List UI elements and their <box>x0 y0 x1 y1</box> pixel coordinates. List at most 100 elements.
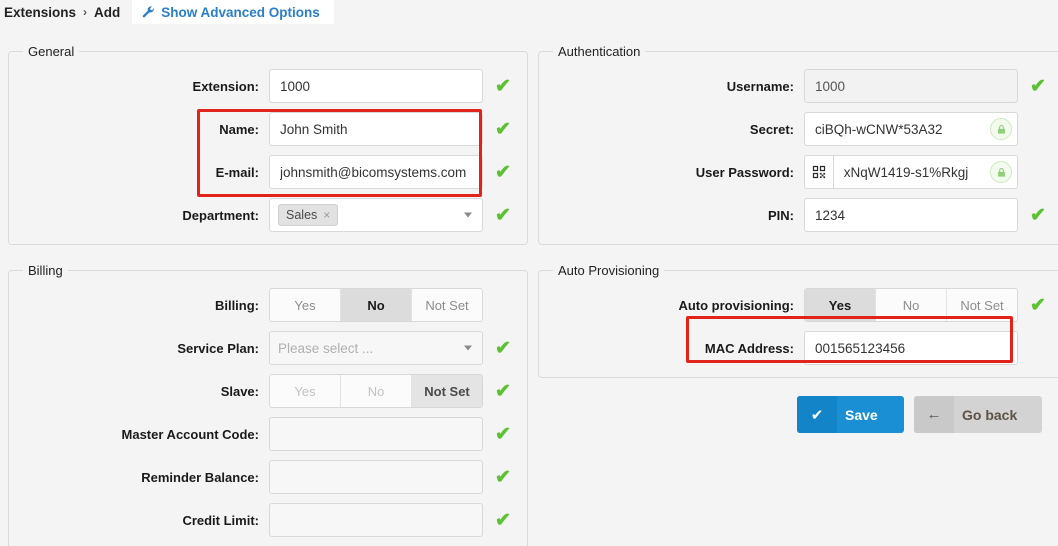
master-account-code-label: Master Account Code: <box>121 426 259 442</box>
name-input[interactable] <box>269 112 483 146</box>
user-password-row: User Password: xNqW1419-s1%Rkgj <box>549 155 1052 189</box>
extension-label: Extension: <box>192 78 259 94</box>
top-bar: Extensions › Add Show Advanced Options <box>0 0 1058 24</box>
name-label: Name: <box>219 121 259 137</box>
extension-input[interactable] <box>269 69 483 103</box>
breadcrumb-root[interactable]: Extensions <box>4 5 76 20</box>
secret-label: Secret: <box>749 121 794 137</box>
pin-valid-icon: ✔ <box>1030 204 1046 226</box>
lock-icon[interactable] <box>990 118 1012 140</box>
slave-option-yes[interactable]: Yes <box>270 375 341 407</box>
reminder-balance-valid-icon: ✔ <box>495 466 511 488</box>
department-tag-remove-icon[interactable]: × <box>323 208 330 222</box>
pin-label: PIN: <box>768 207 794 223</box>
department-select[interactable]: Sales × <box>269 198 483 232</box>
username-valid-icon: ✔ <box>1030 75 1046 97</box>
billing-panel-legend: Billing <box>28 263 63 278</box>
pin-row: PIN: ✔ <box>549 198 1052 232</box>
auto-provisioning-row: Auto provisioning: Yes No Not Set ✔ <box>549 288 1052 322</box>
username-input[interactable] <box>804 69 1018 103</box>
mac-address-row: MAC Address: ✔ <box>549 331 1052 365</box>
user-password-label: User Password: <box>695 164 794 180</box>
master-account-code-valid-icon: ✔ <box>495 423 511 445</box>
auto-provisioning-toggle-group[interactable]: Yes No Not Set <box>804 288 1018 322</box>
master-account-code-row: Master Account Code: ✔ <box>19 417 517 451</box>
service-plan-placeholder: Please select ... <box>278 340 374 356</box>
authentication-panel-legend: Authentication <box>558 44 641 59</box>
pin-input[interactable] <box>804 198 1018 232</box>
billing-label: Billing: <box>214 297 259 313</box>
email-row: E-mail: ✔ <box>19 155 517 189</box>
lock-icon[interactable] <box>990 161 1012 183</box>
slave-label: Slave: <box>220 383 259 399</box>
billing-toggle-group[interactable]: Yes No Not Set <box>269 288 483 322</box>
email-label: E-mail: <box>215 164 259 180</box>
slave-option-notset[interactable]: Not Set <box>412 375 482 407</box>
go-back-button[interactable]: ← Go back <box>914 396 1042 433</box>
wrench-icon <box>142 5 155 19</box>
auto-provisioning-valid-icon: ✔ <box>1030 294 1046 316</box>
show-advanced-options-label: Show Advanced Options <box>161 4 320 20</box>
authentication-panel: Authentication Username: ✔ Secret: <box>538 44 1058 245</box>
auto-provisioning-option-notset[interactable]: Not Set <box>947 289 1017 321</box>
secret-row: Secret: ✔ <box>549 112 1052 146</box>
mac-address-input[interactable] <box>804 331 1018 365</box>
qr-code-icon[interactable] <box>804 155 833 189</box>
save-button-label: Save <box>845 406 878 423</box>
reminder-balance-label: Reminder Balance: <box>141 469 259 485</box>
go-back-button-label: Go back <box>962 406 1018 423</box>
action-buttons: ✔ Save ← Go back <box>538 396 1050 433</box>
department-tag-label: Sales <box>286 208 318 222</box>
auto-provisioning-option-no[interactable]: No <box>876 289 947 321</box>
billing-option-yes[interactable]: Yes <box>270 289 341 321</box>
left-column: General Extension: ✔ Name: ✔ E-mail: <box>8 44 528 546</box>
billing-option-notset[interactable]: Not Set <box>412 289 482 321</box>
breadcrumb-separator-icon: › <box>83 5 88 19</box>
username-row: Username: ✔ <box>549 69 1052 103</box>
reminder-balance-row: Reminder Balance: ✔ <box>19 460 517 494</box>
service-plan-select[interactable]: Please select ... <box>269 331 483 365</box>
username-label: Username: <box>726 78 794 94</box>
auto-provisioning-panel: Auto Provisioning Auto provisioning: Yes… <box>538 263 1058 378</box>
billing-panel: Billing Billing: Yes No Not Set ✔ Servic… <box>8 263 528 546</box>
right-column: Authentication Username: ✔ Secret: <box>538 44 1058 433</box>
breadcrumb: Extensions › Add <box>0 0 133 24</box>
extension-row: Extension: ✔ <box>19 69 517 103</box>
credit-limit-label: Credit Limit: <box>182 512 259 528</box>
auto-provisioning-option-yes[interactable]: Yes <box>805 289 876 321</box>
chevron-down-icon <box>464 212 472 218</box>
form-page: General Extension: ✔ Name: ✔ E-mail: <box>0 24 1058 546</box>
service-plan-row: Service Plan: Please select ... ✔ <box>19 331 517 365</box>
name-valid-icon: ✔ <box>495 118 511 140</box>
auto-provisioning-panel-legend: Auto Provisioning <box>558 263 660 278</box>
check-icon: ✔ <box>797 396 837 433</box>
department-row: Department: Sales × ✔ <box>19 198 517 232</box>
chevron-down-icon <box>464 345 472 351</box>
show-advanced-options-tab[interactable]: Show Advanced Options <box>132 0 334 24</box>
department-tag: Sales × <box>278 204 339 226</box>
save-button[interactable]: ✔ Save <box>797 396 904 433</box>
extension-valid-icon: ✔ <box>495 75 511 97</box>
general-panel: General Extension: ✔ Name: ✔ E-mail: <box>8 44 528 245</box>
department-valid-icon: ✔ <box>495 204 511 226</box>
email-valid-icon: ✔ <box>495 161 511 183</box>
service-plan-valid-icon: ✔ <box>495 337 511 359</box>
billing-row: Billing: Yes No Not Set ✔ <box>19 288 517 322</box>
auto-provisioning-label: Auto provisioning: <box>678 297 794 313</box>
slave-option-no[interactable]: No <box>341 375 412 407</box>
breadcrumb-current: Add <box>94 4 121 20</box>
service-plan-label: Service Plan: <box>177 340 259 356</box>
master-account-code-input[interactable] <box>269 417 483 451</box>
billing-option-no[interactable]: No <box>341 289 412 321</box>
credit-limit-row: Credit Limit: ✔ <box>19 503 517 537</box>
slave-valid-icon: ✔ <box>495 380 511 402</box>
name-row: Name: ✔ <box>19 112 517 146</box>
credit-limit-input[interactable] <box>269 503 483 537</box>
department-label: Department: <box>182 207 259 223</box>
reminder-balance-input[interactable] <box>269 460 483 494</box>
slave-toggle-group[interactable]: Yes No Not Set <box>269 374 483 408</box>
arrow-left-icon: ← <box>914 396 954 433</box>
secret-input[interactable] <box>804 112 1018 146</box>
slave-row: Slave: Yes No Not Set ✔ <box>19 374 517 408</box>
email-input[interactable] <box>269 155 483 189</box>
